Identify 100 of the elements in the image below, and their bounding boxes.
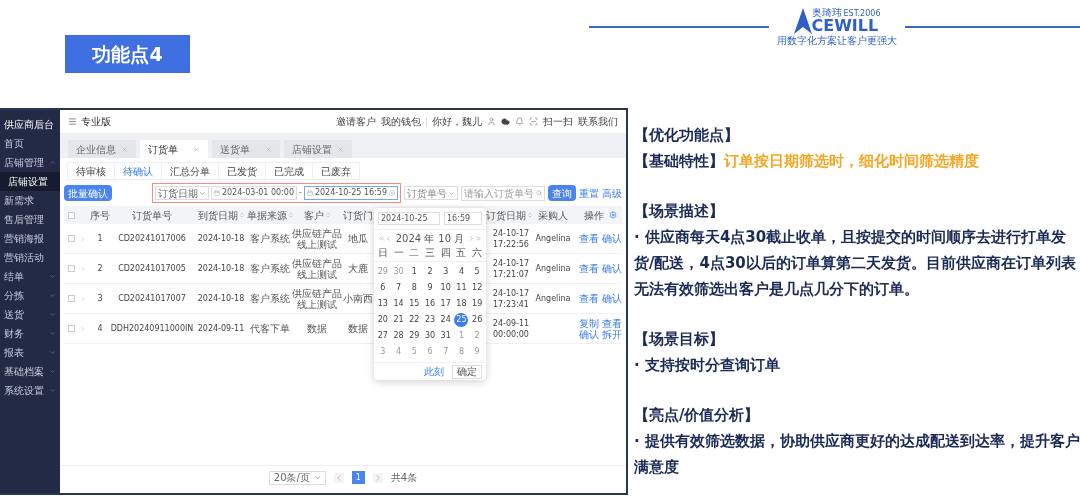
sort-icon[interactable] (238, 212, 245, 218)
calendar-day[interactable]: 14 (391, 297, 406, 311)
calendar-day[interactable]: 31 (438, 329, 453, 343)
scan-icon[interactable] (529, 117, 538, 126)
calendar-day[interactable]: 7 (391, 281, 406, 295)
cloud-icon[interactable] (501, 117, 510, 126)
action-link[interactable]: 确认 (578, 328, 599, 340)
calendar-day[interactable]: 28 (391, 329, 406, 343)
sidebar-item[interactable]: 基础档案 (0, 362, 60, 381)
sidebar-item[interactable]: 营销海报 (0, 229, 60, 248)
sidebar-item[interactable]: 送货 (0, 305, 60, 324)
sidebar-item[interactable]: 售后管理 (0, 210, 60, 229)
search-button[interactable]: 查询 (548, 185, 576, 201)
calendar-day[interactable]: 15 (407, 297, 422, 311)
reset-link[interactable]: 重置 (579, 185, 599, 201)
action-link[interactable]: 拆开 (601, 328, 622, 340)
avatar-icon[interactable] (487, 117, 496, 126)
status-tab[interactable]: 汇总分单 (161, 162, 219, 180)
sidebar-item[interactable]: 系统设置 (0, 381, 60, 400)
calendar-day[interactable]: 19 (470, 297, 485, 311)
calendar-day[interactable]: 11 (454, 281, 469, 295)
sidebar-item[interactable]: 报表 (0, 343, 60, 362)
settings-icon[interactable] (608, 211, 617, 219)
sidebar-item[interactable]: 营销活动 (0, 248, 60, 267)
calendar-day[interactable]: 8 (407, 281, 422, 295)
previous-month-icon[interactable] (385, 234, 392, 242)
checkbox[interactable] (68, 265, 75, 272)
batch-confirm-button[interactable]: 批量确认 (64, 185, 112, 201)
close-icon[interactable] (121, 145, 128, 153)
calendar-day[interactable]: 18 (454, 297, 469, 311)
status-tab[interactable]: 已发货 (218, 162, 266, 180)
advanced-link[interactable]: 高级 (602, 185, 622, 201)
status-tab[interactable]: 已完成 (265, 162, 313, 180)
time-input[interactable]: 16:59 (444, 212, 482, 225)
calendar-day[interactable]: 4 (454, 265, 469, 279)
sidebar-item[interactable]: 结单 (0, 267, 60, 286)
confirm-button[interactable]: 确定 (452, 364, 482, 379)
sort-icon[interactable] (324, 212, 331, 218)
status-tab[interactable]: 待审核 (67, 162, 115, 180)
calendar-day[interactable]: 16 (423, 297, 437, 311)
page-tab[interactable]: 订货单 (140, 140, 208, 158)
calendar-day[interactable]: 12 (470, 281, 485, 295)
date-field-select[interactable]: 订货日期 (154, 186, 209, 200)
sidebar-item[interactable]: 财务 (0, 324, 60, 343)
checkbox[interactable] (68, 235, 75, 242)
calendar-year[interactable]: 2024 年 (395, 230, 435, 246)
page-button[interactable]: 1 (351, 471, 365, 484)
checkbox[interactable] (68, 295, 75, 302)
start-date-field[interactable]: 2024-03-01 00:00 (210, 186, 297, 200)
action-link[interactable]: 确认 (601, 293, 622, 304)
calendar-day[interactable]: 29 (407, 329, 422, 343)
action-link[interactable]: 查看 (578, 233, 599, 244)
previous-year-icon[interactable] (378, 234, 385, 242)
column-header[interactable]: 客户 (303, 207, 331, 223)
now-button[interactable]: 此刻 (424, 366, 444, 377)
calendar-day[interactable]: 20 (375, 313, 390, 327)
calendar-day[interactable]: 24 (438, 313, 453, 327)
close-icon[interactable] (193, 145, 200, 153)
contact-link[interactable]: 联系我们 (578, 114, 618, 129)
next-month-icon[interactable] (468, 234, 475, 242)
sort-icon[interactable] (287, 212, 294, 218)
action-link[interactable]: 确认 (601, 263, 622, 274)
status-tab[interactable]: 已废弃 (312, 162, 360, 180)
bell-icon[interactable] (515, 117, 524, 126)
column-header[interactable]: 订货日期 (485, 207, 533, 223)
expand-icon[interactable] (80, 265, 86, 272)
page-size-select[interactable]: 20条/页 (268, 470, 326, 485)
sidebar-item[interactable]: 店铺设置 (0, 172, 60, 191)
close-icon[interactable] (337, 145, 344, 153)
page-tab[interactable]: 企业信息 (68, 140, 136, 158)
calendar-day[interactable]: 21 (391, 313, 406, 327)
date-input[interactable]: 2024-10-25 (378, 212, 440, 225)
checkbox[interactable] (68, 325, 75, 332)
action-link[interactable]: 确认 (601, 233, 622, 244)
status-tab[interactable]: 待确认 (114, 162, 162, 180)
action-link[interactable]: 查看 (601, 317, 622, 329)
column-header[interactable]: 单据来源 (246, 207, 294, 223)
sort-icon[interactable] (526, 212, 533, 218)
checkbox[interactable] (68, 211, 75, 219)
previous-page-icon[interactable] (333, 472, 344, 483)
header-link[interactable]: 邀请客户 (336, 114, 376, 129)
action-link[interactable]: 复制 (578, 317, 599, 329)
scan-link[interactable]: 扫一扫 (543, 114, 573, 129)
calendar-day[interactable]: 26 (470, 313, 485, 327)
calendar-day[interactable]: 13 (375, 297, 390, 311)
calendar-day[interactable]: 10 (438, 281, 453, 295)
expand-icon[interactable] (80, 325, 86, 332)
calendar-day[interactable]: 9 (423, 281, 437, 295)
menu-icon[interactable] (68, 117, 77, 126)
calendar-day[interactable]: 17 (438, 297, 453, 311)
page-tab[interactable]: 送货单 (212, 140, 280, 158)
close-icon[interactable] (265, 145, 272, 153)
calendar-day[interactable]: 5 (470, 265, 485, 279)
calendar-day[interactable]: 27 (375, 329, 390, 343)
calendar-day[interactable]: 25 (454, 313, 469, 327)
end-date-field[interactable]: 2024-10-25 16:59 (303, 186, 398, 200)
clear-icon[interactable] (389, 190, 395, 196)
next-year-icon[interactable] (475, 234, 482, 242)
expand-icon[interactable] (80, 235, 86, 242)
sidebar-item[interactable]: 分拣 (0, 286, 60, 305)
